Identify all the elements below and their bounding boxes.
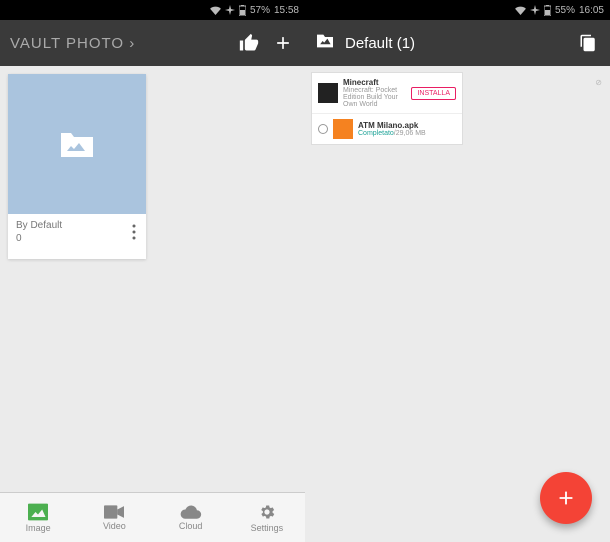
album-count: 0 [16, 233, 130, 244]
airplane-icon [530, 5, 540, 15]
more-vert-icon [132, 224, 136, 240]
battery-icon [239, 5, 246, 16]
plus-icon [555, 487, 577, 509]
app-bar-right: Default (1) [305, 20, 610, 66]
album-grid: By Default 0 [0, 66, 305, 492]
album-name: By Default [16, 220, 130, 231]
airplane-icon [225, 5, 235, 15]
gear-icon [258, 503, 276, 521]
folder-title: Default (1) [345, 35, 415, 52]
folder-content: ⊘ Minecraft Minecraft: Pocket Edition Bu… [305, 66, 610, 542]
like-button[interactable] [237, 31, 261, 55]
download-item-2[interactable]: ATM Milano.apk Completato/29,06 MB [312, 114, 462, 144]
add-button[interactable] [271, 31, 295, 55]
nav-settings[interactable]: Settings [229, 493, 305, 542]
select-radio[interactable] [318, 124, 328, 134]
app-title: VAULT PHOTO › [10, 35, 227, 52]
copy-button[interactable] [576, 31, 600, 55]
nav-cloud[interactable]: Cloud [153, 493, 229, 542]
app-thumbnail [333, 119, 353, 139]
download-title: Minecraft [343, 78, 406, 87]
download-subtitle: Minecraft: Pocket Edition Build Your Own… [343, 87, 406, 108]
bottom-nav: Image Video Cloud Settings [0, 492, 305, 542]
video-icon [104, 505, 124, 519]
folder-icon [315, 33, 335, 54]
download-item-1[interactable]: Minecraft Minecraft: Pocket Edition Buil… [312, 73, 462, 114]
nav-video[interactable]: Video [76, 493, 152, 542]
download-status: Completato/29,06 MB [358, 130, 456, 137]
install-button[interactable]: INSTALLA [411, 87, 456, 100]
download-title: ATM Milano.apk [358, 121, 456, 130]
album-overflow-menu[interactable] [130, 220, 138, 249]
album-thumbnail [8, 74, 146, 214]
fab-add-button[interactable] [540, 472, 592, 524]
status-bar-left: 57% 15:58 [0, 0, 305, 20]
clock-time: 15:58 [274, 5, 299, 16]
battery-percent: 57% [250, 5, 270, 16]
nav-image-label: Image [26, 523, 51, 533]
battery-percent: 55% [555, 5, 575, 16]
status-bar-right: 55% 16:05 [305, 0, 610, 20]
album-card[interactable]: By Default 0 [8, 74, 146, 259]
image-icon [28, 503, 48, 521]
app-thumbnail [318, 83, 338, 103]
clock-time: 16:05 [579, 5, 604, 16]
cloud-icon [180, 505, 202, 519]
app-bar-left: VAULT PHOTO › [0, 20, 305, 66]
nav-settings-label: Settings [251, 523, 284, 533]
nav-cloud-label: Cloud [179, 521, 203, 531]
card-close-icon[interactable]: ⊘ [595, 78, 602, 87]
nav-image[interactable]: Image [0, 493, 76, 542]
downloads-card: Minecraft Minecraft: Pocket Edition Buil… [311, 72, 463, 145]
album-info: By Default 0 [8, 214, 146, 259]
folder-image-icon [59, 129, 95, 159]
wifi-icon [210, 6, 221, 15]
wifi-icon [515, 6, 526, 15]
right-screen: 55% 16:05 Default (1) ⊘ Minecraft Minecr… [305, 0, 610, 542]
battery-icon [544, 5, 551, 16]
left-screen: 57% 15:58 VAULT PHOTO › By Default 0 [0, 0, 305, 542]
nav-video-label: Video [103, 521, 126, 531]
